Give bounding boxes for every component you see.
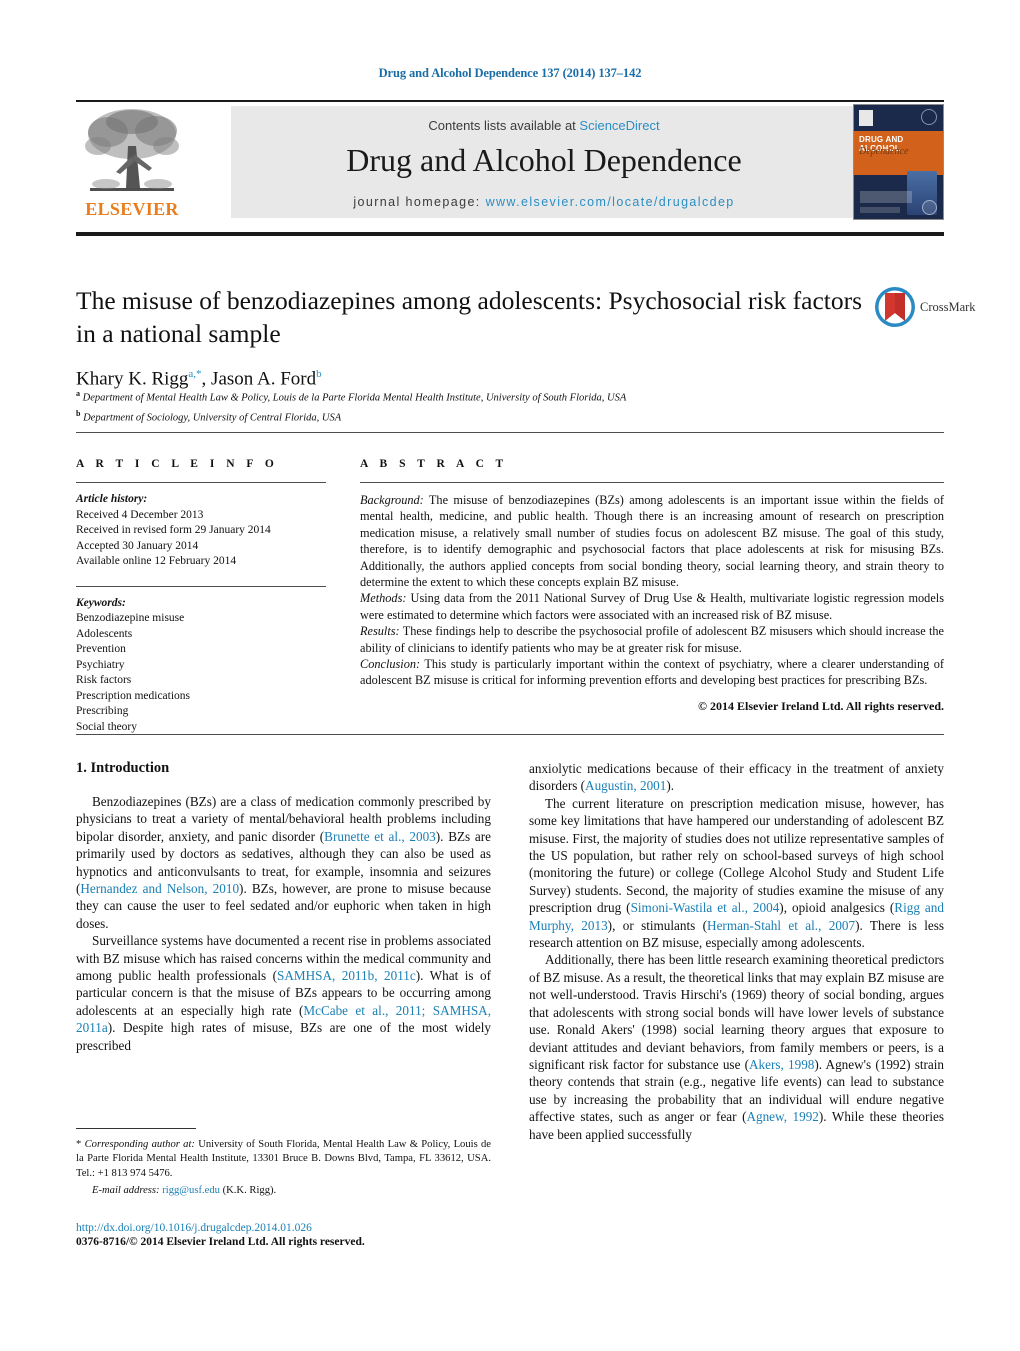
- article-history-label: Article history:: [76, 493, 148, 505]
- cover-title-line2: Dependence: [859, 146, 909, 157]
- abstract-heading: A B S T R A C T: [360, 458, 508, 470]
- paper-page: Drug and Alcohol Dependence 137 (2014) 1…: [0, 0, 1020, 1351]
- doi-link[interactable]: http://dx.doi.org/10.1016/j.drugalcdep.2…: [76, 1222, 506, 1234]
- body-top-rule: [76, 734, 944, 735]
- journal-masthead: ELSEVIER Contents lists available at Sci…: [76, 104, 944, 221]
- keywords-block: Keywords: Benzodiazepine misuse Adolesce…: [76, 585, 326, 736]
- corresponding-author-footnote: * Corresponding author at: University of…: [76, 1128, 491, 1196]
- body-paragraph: The current literature on prescription m…: [529, 795, 944, 951]
- corresponding-author-text: * Corresponding author at: University of…: [76, 1139, 491, 1179]
- crossmark-label: CrossMark: [920, 300, 976, 314]
- article-info-column: A R T I C L E I N F O Article history: R…: [76, 458, 326, 735]
- email-line: E-mail address: rigg@usf.edu (K.K. Rigg)…: [76, 1185, 491, 1196]
- cover-caption-block1: [860, 191, 912, 203]
- title-block: The misuse of benzodiazepines among adol…: [76, 284, 866, 390]
- running-head: Drug and Alcohol Dependence 137 (2014) 1…: [378, 66, 642, 80]
- history-item: Accepted 30 January 2014: [76, 539, 199, 552]
- affiliation-a-text: Department of Mental Health Law & Policy…: [82, 392, 627, 404]
- journal-title: Drug and Alcohol Dependence: [346, 142, 742, 178]
- masthead-top-rule: [76, 100, 944, 102]
- abstract-results-label: Results:: [360, 624, 400, 639]
- masthead-panel: Contents lists available at ScienceDirec…: [231, 106, 857, 218]
- elsevier-wordmark: ELSEVIER: [85, 199, 179, 219]
- info-top-rule: [76, 432, 944, 433]
- history-item: Received 4 December 2013: [76, 508, 204, 521]
- keyword-item: Prescribing: [76, 705, 129, 717]
- crossmark-badge[interactable]: CrossMark: [874, 286, 976, 330]
- cover-top-emblem-icon: [921, 109, 937, 125]
- cover-bottom-emblem-icon: [922, 200, 937, 215]
- keyword-item: Prescription medications: [76, 689, 191, 702]
- cover-elsevier-mark: [859, 110, 873, 126]
- abstract-background-text: The misuse of benzodiazepines (BZs) amon…: [360, 493, 944, 590]
- body-column-left: 1. Introduction Benzodiazepines (BZs) ar…: [76, 760, 491, 1054]
- email-owner: (K.K. Rigg).: [222, 1185, 277, 1197]
- elsevier-tree-icon: [82, 106, 182, 198]
- body-paragraph: anxiolytic medications because of their …: [529, 761, 944, 794]
- article-info-heading: A R T I C L E I N F O: [76, 458, 279, 470]
- elsevier-logo: ELSEVIER: [76, 104, 188, 221]
- sciencedirect-link[interactable]: ScienceDirect: [579, 118, 659, 133]
- affiliations: a Department of Mental Health Law & Poli…: [76, 386, 866, 425]
- abstract-conclusion-label: Conclusion:: [360, 657, 421, 672]
- section-heading-introduction: 1. Introduction: [76, 760, 170, 776]
- abstract-methods-text: Using data from the 2011 National Survey…: [360, 591, 944, 622]
- abstract-copyright: © 2014 Elsevier Ireland Ltd. All rights …: [698, 698, 944, 713]
- keywords-list: Keywords: Benzodiazepine misuse Adolesce…: [76, 596, 326, 736]
- body-column-right: anxiolytic medications because of their …: [529, 760, 944, 1143]
- abstract-column: A B S T R A C T Background: The misuse o…: [360, 458, 944, 714]
- abstract-divider: [360, 482, 944, 483]
- abstract-methods-label: Methods:: [360, 591, 407, 606]
- doi-block: http://dx.doi.org/10.1016/j.drugalcdep.2…: [76, 1222, 506, 1248]
- journal-homepage-link[interactable]: www.elsevier.com/locate/drugalcdep: [486, 195, 735, 209]
- abstract-background-label: Background:: [360, 493, 424, 507]
- keyword-item: Social theory: [76, 720, 137, 733]
- affiliation-b: b Department of Sociology, University of…: [76, 408, 342, 424]
- contents-line: Contents lists available at ScienceDirec…: [231, 118, 857, 133]
- affiliation-a: a Department of Mental Health Law & Poli…: [76, 389, 627, 404]
- email-label: E-mail address:: [92, 1185, 160, 1197]
- article-info-divider: [76, 482, 326, 483]
- keyword-item: Prevention: [76, 643, 126, 655]
- article-history: Article history: Received 4 December 201…: [76, 492, 326, 570]
- body-paragraph: Surveillance systems have documented a r…: [76, 933, 491, 1053]
- keyword-item: Risk factors: [76, 674, 132, 686]
- journal-homepage-line: journal homepage: www.elsevier.com/locat…: [231, 195, 857, 209]
- keywords-divider: [76, 585, 326, 587]
- keyword-item: Psychiatry: [76, 658, 125, 671]
- journal-cover-thumbnail[interactable]: DRUG AND ALCOHOL Dependence: [853, 104, 944, 220]
- contents-prefix: Contents lists available at: [428, 118, 580, 133]
- page-title: The misuse of benzodiazepines among adol…: [76, 286, 863, 348]
- affiliation-b-text: Department of Sociology, University of C…: [83, 412, 342, 423]
- keyword-item: Adolescents: [76, 627, 133, 640]
- body-paragraph: Additionally, there has been little rese…: [529, 952, 945, 1142]
- keyword-item: Benzodiazepine misuse: [76, 612, 185, 624]
- crossmark-icon: [874, 286, 916, 328]
- cover-caption-block2: [860, 207, 900, 213]
- homepage-prefix: journal homepage:: [353, 195, 486, 209]
- email-link[interactable]: rigg@usf.edu: [162, 1185, 220, 1196]
- abstract-conclusion-text: This study is particularly important wit…: [360, 657, 944, 688]
- history-item: Available online 12 February 2014: [76, 555, 237, 567]
- abstract-body: Background: The misuse of benzodiazepine…: [360, 492, 944, 689]
- body-paragraph: Benzodiazepines (BZs) are a class of med…: [76, 794, 492, 931]
- footnote-rule: [76, 1128, 196, 1129]
- keywords-label: Keywords:: [76, 596, 126, 609]
- history-item: Received in revised form 29 January 2014: [76, 524, 271, 536]
- masthead-bottom-rule: [76, 232, 944, 236]
- issn-copyright-line: 0376-8716/© 2014 Elsevier Ireland Ltd. A…: [76, 1236, 365, 1248]
- abstract-results-text: These findings help to describe the psyc…: [360, 624, 944, 655]
